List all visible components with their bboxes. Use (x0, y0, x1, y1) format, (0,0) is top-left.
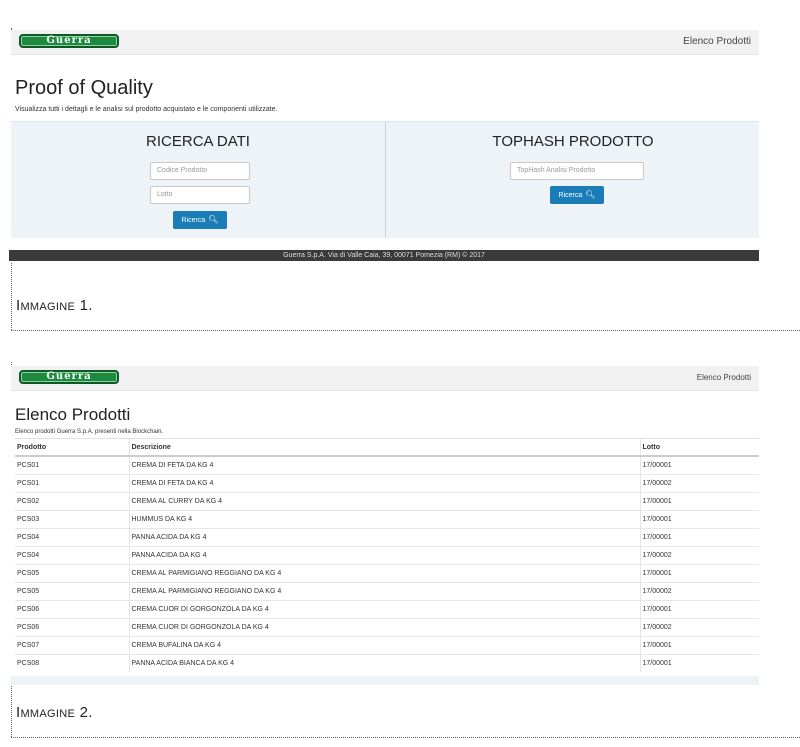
cell-lotto: 17/00002 (639, 474, 759, 493)
table-footer-strip (11, 676, 759, 685)
cell-prodotto: PCS04 (15, 528, 129, 547)
cell-descrizione: CREMA CUOR DI GORGONZOLA DA KG 4 (128, 600, 640, 619)
tophash-heading: TOPHASH PRODOTTO (492, 133, 654, 150)
navbar: Guerra Elenco Prodotti (11, 30, 759, 55)
cell-prodotto: PCS04 (15, 546, 129, 565)
column-header-lotto: Lotto (639, 438, 759, 457)
page-subtitle: Visualizza tutti i dettagli e le analisi… (15, 106, 278, 113)
ricerca-dati-section: RICERCA DATI Codice Prodotto Lotto Ricer… (11, 122, 385, 238)
table-row[interactable]: PCS08 PANNA ACIDA BIANCA DA KG 4 17/00001 (15, 654, 759, 672)
frame-2-bottom-border (11, 737, 800, 738)
cell-prodotto: PCS08 (15, 654, 129, 672)
cell-descrizione: PANNA ACIDA DA KG 4 (128, 546, 640, 565)
cell-lotto: 17/00002 (639, 618, 759, 637)
search-button-label: Ricerca (181, 217, 206, 224)
cell-descrizione: CREMA CUOR DI GORGONZOLA DA KG 4 (128, 618, 640, 637)
table-row[interactable]: PCS01 CREMA DI FETA DA KG 4 17/00001 (15, 455, 759, 475)
cell-prodotto: PCS01 (15, 474, 129, 493)
table-row[interactable]: PCS05 CREMA AL PARMIGIANO REGGIANO DA KG … (15, 564, 759, 583)
cell-descrizione: CREMA DI FETA DA KG 4 (128, 455, 640, 475)
cell-prodotto: PCS03 (15, 510, 129, 529)
caption-word: MMAGINE (20, 301, 76, 313)
cell-descrizione: CREMA AL PARMIGIANO REGGIANO DA KG 4 (128, 564, 640, 583)
cell-descrizione: CREMA DI FETA DA KG 4 (128, 474, 640, 493)
page-footer: Guerra S.p.A. Via di Valle Caia, 39, 000… (9, 250, 759, 261)
navbar: Guerra Elenco Prodotti (11, 366, 759, 391)
nav-link-elenco-prodotti[interactable]: Elenco Prodotti (683, 36, 751, 47)
ricerca-dati-search-button[interactable]: Ricerca 🔍︎ (173, 211, 227, 229)
ricerca-dati-heading: RICERCA DATI (146, 133, 250, 150)
tophash-input[interactable]: TopHash Analisi Prodotto (510, 162, 644, 180)
cell-prodotto: PCS01 (15, 455, 129, 475)
table-row[interactable]: PCS04 PANNA ACIDA DA KG 4 17/00001 (15, 528, 759, 547)
table-row[interactable]: PCS01 CREMA DI FETA DA KG 4 17/00002 (15, 474, 759, 493)
cell-prodotto: PCS06 (15, 618, 129, 637)
caption-immagine-1: IMMAGINE 1. (16, 297, 93, 314)
cell-prodotto: PCS07 (15, 636, 129, 655)
cell-descrizione: CREMA AL PARMIGIANO REGGIANO DA KG 4 (128, 582, 640, 601)
cell-prodotto: PCS05 (15, 582, 129, 601)
guerra-logo[interactable]: Guerra (19, 34, 119, 48)
caption-word: MMAGINE (20, 708, 76, 720)
table-row[interactable]: PCS04 PANNA ACIDA DA KG 4 17/00002 (15, 546, 759, 565)
cell-descrizione: PANNA ACIDA DA KG 4 (128, 528, 640, 547)
page-subtitle: Elenco prodotti Guerra S.p.A. presenti n… (15, 429, 164, 435)
cell-descrizione: HUMMUS DA KG 4 (128, 510, 640, 529)
cell-prodotto: PCS02 (15, 492, 129, 511)
caption-immagine-2: IMMAGINE 2. (16, 704, 93, 721)
magnifier-icon: 🔍︎ (208, 215, 219, 224)
caption-number: 2. (79, 704, 93, 721)
cell-descrizione: CREMA AL CURRY DA KG 4 (128, 492, 640, 511)
cell-lotto: 17/00001 (639, 492, 759, 511)
cell-lotto: 17/00001 (639, 636, 759, 655)
guerra-logo[interactable]: Guerra (19, 370, 119, 384)
search-panel: RICERCA DATI Codice Prodotto Lotto Ricer… (11, 121, 759, 238)
table-row[interactable]: PCS03 HUMMUS DA KG 4 17/00001 (15, 510, 759, 529)
screenshot-elenco-prodotti: Guerra Elenco Prodotti Elenco Prodotti E… (11, 366, 759, 686)
search-button-label: Ricerca (558, 192, 583, 199)
cell-lotto: 17/00001 (639, 528, 759, 547)
column-header-prodotto: Prodotto (15, 438, 129, 457)
product-code-input[interactable]: Codice Prodotto (150, 162, 250, 180)
cell-lotto: 17/00001 (639, 564, 759, 583)
screenshot-proof-of-quality: Guerra Elenco Prodotti Proof of Quality … (9, 30, 759, 262)
table-row[interactable]: PCS07 CREMA BUFALINA DA KG 4 17/00001 (15, 636, 759, 655)
cell-lotto: 17/00002 (639, 546, 759, 565)
page-title: Proof of Quality (15, 77, 153, 99)
cell-lotto: 17/00002 (639, 582, 759, 601)
page-title: Elenco Prodotti (15, 405, 131, 424)
cell-lotto: 17/00001 (639, 600, 759, 619)
table-row[interactable]: PCS05 CREMA AL PARMIGIANO REGGIANO DA KG … (15, 582, 759, 601)
magnifier-icon: 🔍︎ (585, 190, 596, 199)
tophash-search-button[interactable]: Ricerca 🔍︎ (550, 186, 604, 204)
frame-1-bottom-border (11, 330, 800, 331)
lot-input[interactable]: Lotto (150, 186, 250, 204)
cell-prodotto: PCS05 (15, 564, 129, 583)
cell-lotto: 17/00001 (639, 654, 759, 672)
cell-lotto: 17/00001 (639, 455, 759, 475)
table-header-row: Prodotto Descrizione Lotto (15, 438, 759, 457)
cell-descrizione: PANNA ACIDA BIANCA DA KG 4 (128, 654, 640, 672)
column-header-descrizione: Descrizione (128, 438, 640, 457)
table-row[interactable]: PCS06 CREMA CUOR DI GORGONZOLA DA KG 4 17/… (15, 618, 759, 637)
caption-number: 1. (79, 297, 93, 314)
table-row[interactable]: PCS06 CREMA CUOR DI GORGONZOLA DA KG 4 17/… (15, 600, 759, 619)
table-row[interactable]: PCS02 CREMA AL CURRY DA KG 4 17/00001 (15, 492, 759, 511)
tophash-section: TOPHASH PRODOTTO TopHash Analisi Prodott… (385, 122, 760, 238)
cell-prodotto: PCS06 (15, 600, 129, 619)
cell-lotto: 17/00001 (639, 510, 759, 529)
nav-link-elenco-prodotti[interactable]: Elenco Prodotti (697, 373, 751, 382)
products-table: Prodotto Descrizione Lotto PCS01 CREMA DI… (15, 438, 759, 672)
cell-descrizione: CREMA BUFALINA DA KG 4 (128, 636, 640, 655)
